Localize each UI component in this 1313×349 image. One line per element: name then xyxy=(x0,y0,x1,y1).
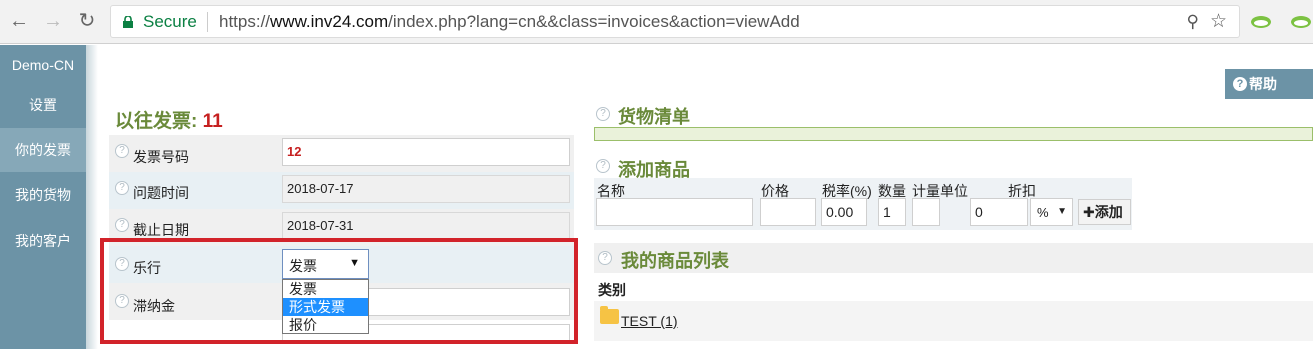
invoice-number-label: 发票号码 xyxy=(133,149,189,165)
product-discount-input[interactable]: 0 xyxy=(970,198,1028,226)
issue-date-label: 问题时间 xyxy=(133,185,189,201)
back-arrow-icon[interactable]: ← xyxy=(8,10,30,32)
browser-toolbar: ← → ↻ Secure https://www.inv24.com/index… xyxy=(0,0,1313,44)
url-text[interactable]: https://www.inv24.com/index.php?lang=cn&… xyxy=(219,12,800,32)
add-product-button[interactable]: ✚添加 xyxy=(1078,199,1131,225)
reload-icon[interactable]: ↻ xyxy=(76,10,98,32)
past-invoices-count: 11 xyxy=(202,111,223,132)
help-question-icon[interactable]: ? xyxy=(598,251,612,265)
category-link-test[interactable]: TEST (1) xyxy=(621,313,678,329)
help-question-icon[interactable]: ? xyxy=(115,218,129,232)
sidebar-item-my-goods[interactable]: 我的货物 xyxy=(0,173,86,217)
sidebar-item-demo-cn[interactable]: Demo-CN xyxy=(0,43,86,87)
question-icon: ? xyxy=(1233,77,1247,91)
goods-list-title: 货物清单 xyxy=(618,107,690,127)
past-invoices-title: 以往发票: 11 xyxy=(115,111,223,132)
goods-list-bar xyxy=(594,127,1313,141)
category-header: 类别 xyxy=(598,282,626,298)
help-button[interactable]: ? 帮助 xyxy=(1225,69,1313,99)
product-tax-input[interactable]: 0.00 xyxy=(821,198,867,226)
extension-leaf-icon[interactable] xyxy=(1250,12,1272,32)
help-label: 帮助 xyxy=(1249,76,1277,92)
sidebar-item-your-invoices[interactable]: 你的发票 xyxy=(0,128,86,172)
product-qty-input[interactable]: 1 xyxy=(878,198,906,226)
product-unit-input[interactable] xyxy=(912,198,940,226)
product-name-input[interactable] xyxy=(596,198,753,226)
sidebar-item-settings[interactable]: 设置 xyxy=(0,83,86,127)
dropdown-arrow-icon: ▼ xyxy=(1057,206,1067,217)
address-divider xyxy=(207,12,208,32)
help-question-icon[interactable]: ? xyxy=(596,107,610,121)
my-products-title: 我的商品列表 xyxy=(621,251,729,271)
extension-leaf-icon-2[interactable] xyxy=(1290,12,1312,32)
lock-icon xyxy=(123,16,133,28)
issue-date-input[interactable]: 2018-07-17 xyxy=(282,175,570,203)
folder-icon xyxy=(600,306,619,324)
invoice-number-input[interactable]: 12 xyxy=(282,138,570,166)
product-price-input[interactable] xyxy=(760,198,816,226)
secure-label: Secure xyxy=(143,12,197,31)
help-question-icon[interactable]: ? xyxy=(115,181,129,195)
address-bar[interactable]: Secure https://www.inv24.com/index.php?l… xyxy=(110,5,1240,38)
zoom-icon[interactable]: ⚲ xyxy=(1187,12,1199,32)
due-date-input[interactable]: 2018-07-31 xyxy=(282,212,570,240)
category-row xyxy=(594,301,1313,341)
forward-arrow-icon[interactable]: → xyxy=(42,10,64,32)
help-question-icon[interactable]: ? xyxy=(596,159,610,173)
bookmark-star-icon[interactable]: ☆ xyxy=(1210,10,1227,33)
sidebar-item-my-customers[interactable]: 我的客户 xyxy=(0,219,86,263)
sidebar-shadow xyxy=(86,45,98,349)
highlight-box xyxy=(100,238,578,344)
help-question-icon[interactable]: ? xyxy=(115,144,129,158)
discount-type-select[interactable]: % ▼ xyxy=(1030,198,1073,226)
due-date-label: 截止日期 xyxy=(133,222,189,238)
plus-icon: ✚ xyxy=(1083,204,1095,220)
